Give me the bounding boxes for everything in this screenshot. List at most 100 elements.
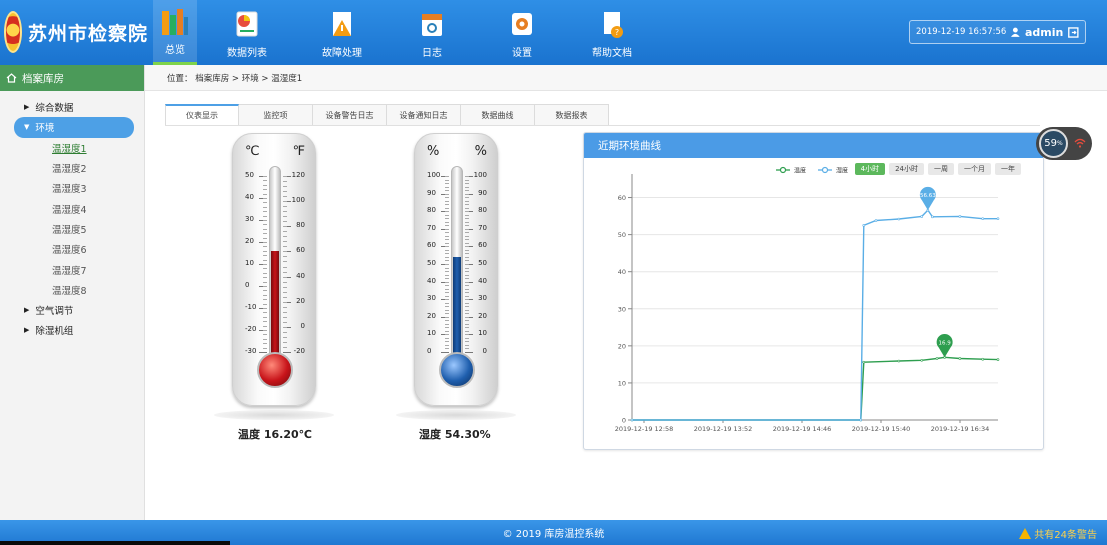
sidebar-item-dehumidifier[interactable]: ▶ 除湿机组: [0, 320, 144, 340]
scale-tick-label: 40: [478, 276, 487, 285]
scale-minor-tick: [465, 313, 469, 315]
nav-overview[interactable]: 总览: [153, 0, 197, 65]
scale-minor-tick: [465, 306, 469, 308]
scale-minor-tick: [465, 232, 469, 234]
tab-divider: [165, 125, 1040, 126]
scale-tick-label: 50: [478, 259, 487, 267]
tab-data-curve[interactable]: 数据曲线: [461, 104, 535, 126]
scale-minor-tick: [465, 242, 469, 244]
scale-minor-tick: [465, 200, 469, 202]
scale-minor-tick: [465, 299, 469, 301]
series-point: [981, 357, 985, 361]
usage-ring: 59%: [1039, 129, 1068, 158]
scale-minor-tick: [283, 206, 287, 208]
tab-monitor-items[interactable]: 监控项: [239, 104, 313, 126]
sidebar-header[interactable]: 档案库房: [0, 65, 144, 91]
legend-label: 温度: [794, 167, 806, 175]
tab-data-report[interactable]: 数据报表: [535, 104, 609, 126]
tab-device-warning-log[interactable]: 设备警告日志: [313, 104, 387, 126]
scale-tick-label: 10: [427, 329, 436, 338]
username[interactable]: admin: [1025, 26, 1063, 39]
unit-celsius: ℃: [245, 144, 260, 159]
scale-minor-tick: [445, 267, 449, 269]
sidebar-leaf-th4[interactable]: 温湿度4: [0, 198, 144, 218]
nav-help-docs[interactable]: ? 帮助文档: [567, 0, 657, 65]
scale-minor-tick: [445, 228, 449, 230]
scale-minor-tick: [445, 292, 449, 294]
scale-minor-tick: [465, 341, 469, 343]
tab-gauge-display[interactable]: 仪表显示: [165, 104, 239, 126]
scale-minor-tick: [465, 207, 469, 209]
scale-minor-tick: [263, 242, 267, 243]
scale-minor-tick: [445, 256, 449, 258]
scale-minor-tick: [465, 337, 469, 339]
scale-minor-tick: [445, 249, 449, 251]
scale-minor-tick: [263, 255, 267, 257]
scale-minor-tick: [263, 193, 267, 195]
thermometer-gauge: ℃ ℉ 50 40 30 20 10 0 -10 -20 -30 120 100 80 60 40 20 0-…: [232, 133, 316, 406]
scale-minor-tick: [283, 301, 287, 303]
sidebar-item-comprehensive-data[interactable]: ▶ 综合数据: [0, 97, 144, 117]
current-datetime: 2019-12-19 16:57:56: [916, 27, 1007, 37]
sidebar-item-label: 综合数据: [35, 103, 74, 115]
scale-minor-tick: [445, 207, 449, 209]
scale-minor-tick: [263, 316, 267, 318]
scale-minor-tick: [445, 186, 449, 188]
series-point: [897, 359, 901, 363]
sidebar-leaf-th7[interactable]: 温湿度7: [0, 259, 144, 279]
scale-minor-tick: [445, 271, 449, 273]
sidebar-leaf-th8[interactable]: 温湿度8: [0, 280, 144, 300]
warning-icon: [1019, 528, 1032, 539]
scale-minor-tick: [445, 204, 449, 206]
max-marker-label: 16.9: [939, 340, 952, 346]
calendar-icon: [422, 14, 442, 36]
logout-icon[interactable]: [1068, 26, 1079, 38]
scale-minor-tick: [445, 190, 449, 192]
nav-data-list[interactable]: 数据列表: [197, 0, 297, 65]
logo[interactable]: 苏州市检察院: [4, 8, 148, 56]
tab-device-notice-log[interactable]: 设备通知日志: [387, 104, 461, 126]
caret-right-icon: ▶: [24, 326, 30, 335]
scale-minor-tick: [283, 216, 287, 218]
floating-network-widget[interactable]: 59%: [1036, 127, 1092, 160]
series-point: [859, 418, 863, 422]
max-marker-label: 56.63: [920, 193, 936, 199]
nav-settings[interactable]: 设置: [477, 0, 567, 65]
nav-log[interactable]: 日志: [387, 0, 477, 65]
scale-tick-label: 10: [245, 259, 254, 267]
sidebar-leaf-th6[interactable]: 温湿度6: [0, 239, 144, 259]
environment-line-chart: 温度 湿度 0 10 20 30 40 50 60 2019-12-19 12:58 2019-12…: [615, 167, 1000, 433]
series-point: [862, 224, 866, 227]
scale-tick-label: 80: [296, 221, 305, 230]
warning-count: 共有24条警告: [1034, 530, 1097, 541]
y-tick-label: 0: [622, 417, 626, 425]
sidebar-leaf-th1[interactable]: 温湿度1: [0, 138, 144, 158]
hygrometer-tube: [451, 166, 463, 366]
sidebar-leaf-th3[interactable]: 温湿度3: [0, 178, 144, 198]
scale-minor-tick: [445, 288, 449, 290]
hygrometer-gauge: % % 100 90 80 70 60 50 40 30 20 10 0 100 90 80 70 60 50 4…: [414, 133, 498, 406]
scale-minor-tick: [263, 202, 267, 204]
scale-minor-tick: [465, 190, 469, 192]
scale-minor-tick: [445, 200, 449, 202]
tab-bar: 仪表显示 监控项 设备警告日志 设备通知日志 数据曲线 数据报表: [165, 104, 609, 126]
sidebar-leaf-th2[interactable]: 温湿度2: [0, 158, 144, 178]
scale-minor-tick: [445, 193, 449, 195]
sidebar-item-environment[interactable]: ▼ 环境: [14, 117, 134, 138]
usage-value: 59: [1044, 138, 1058, 149]
series-point: [958, 215, 962, 218]
warning-indicator[interactable]: 共有24条警告: [1019, 526, 1097, 541]
copyright: © 2019 库房温控系统: [502, 529, 605, 540]
scale-minor-tick: [283, 246, 287, 248]
scale-minor-tick: [283, 276, 287, 278]
nav-fault-handling[interactable]: 故障处理: [297, 0, 387, 65]
scale-tick-label: 90: [427, 188, 436, 197]
sidebar-leaf-th5[interactable]: 温湿度5: [0, 219, 144, 239]
scale-minor-tick: [465, 197, 469, 199]
panel-header: 近期环境曲线: [584, 133, 1043, 158]
scale-minor-tick: [283, 211, 287, 213]
x-tick-label: 2019-12-19 15:40: [852, 425, 911, 433]
sidebar-item-air-conditioning[interactable]: ▶ 空气调节: [0, 300, 144, 320]
scale-minor-tick: [263, 184, 267, 186]
scale-minor-tick: [445, 330, 449, 332]
